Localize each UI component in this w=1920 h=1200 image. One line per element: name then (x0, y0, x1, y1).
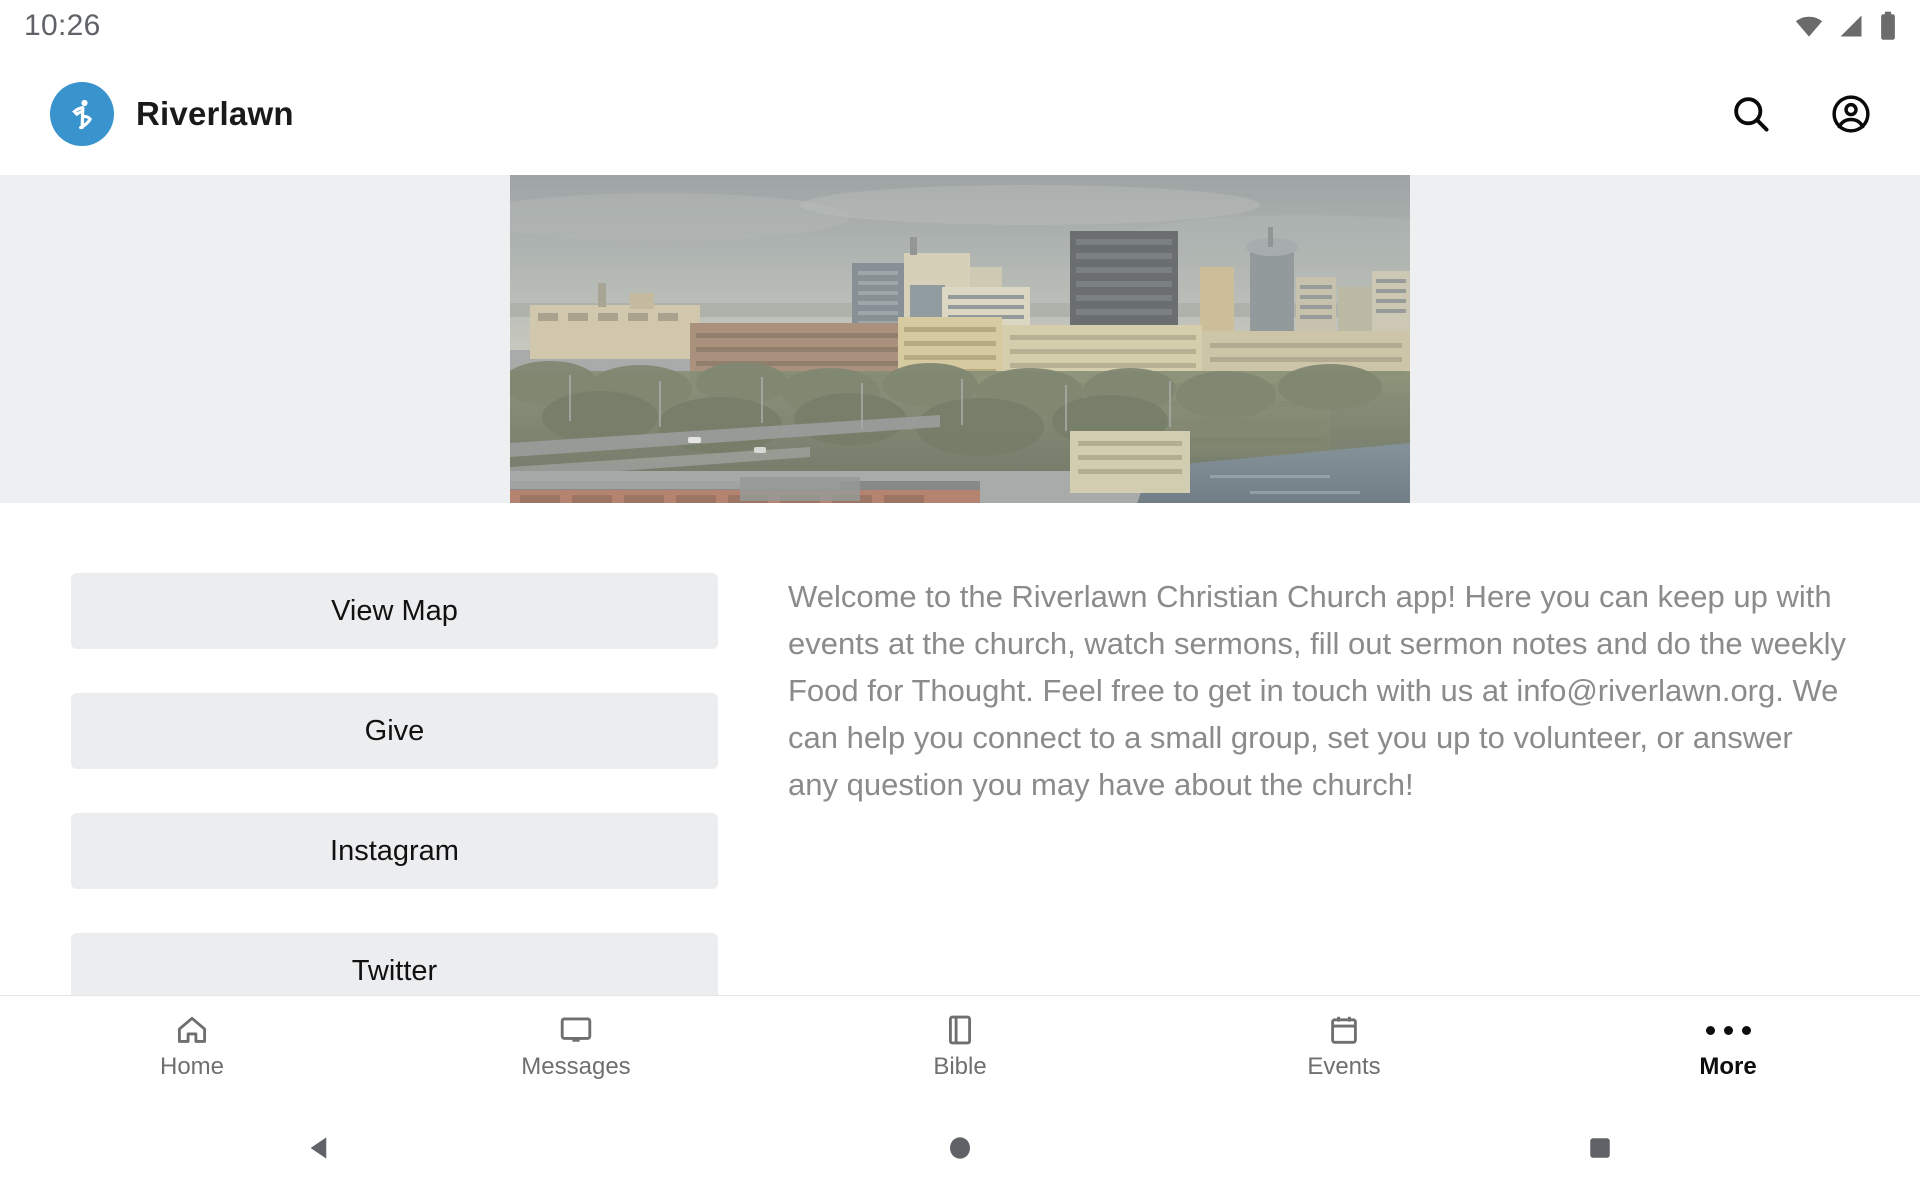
account-circle-icon (1829, 92, 1873, 136)
calendar-icon (1326, 1012, 1362, 1048)
tab-bible[interactable]: Bible (768, 996, 1152, 1096)
hero-banner (0, 175, 1920, 503)
book-icon (942, 1012, 978, 1048)
instagram-button[interactable]: Instagram (71, 813, 718, 889)
status-bar-icons (1794, 11, 1898, 41)
app-header: Riverlawn (0, 52, 1920, 175)
give-button[interactable]: Give (71, 693, 718, 769)
system-home-button[interactable] (640, 1095, 1280, 1200)
wifi-icon (1794, 11, 1824, 41)
system-recents-button[interactable] (1280, 1095, 1920, 1200)
android-status-bar: 10:26 (0, 0, 1920, 52)
tab-messages-label: Messages (521, 1053, 631, 1080)
bottom-tab-bar: Home Messages Bible Events More (0, 995, 1920, 1095)
tab-more-label: More (1699, 1053, 1757, 1080)
account-button[interactable] (1827, 90, 1875, 138)
system-back-button[interactable] (0, 1095, 640, 1200)
cell-signal-icon (1837, 12, 1865, 40)
give-label: Give (364, 714, 425, 747)
recents-square-icon (1585, 1133, 1615, 1163)
city-skyline-photo-icon (510, 175, 1410, 503)
view-map-button[interactable]: View Map (71, 573, 718, 649)
brand-title: Riverlawn (136, 94, 294, 132)
tab-home-label: Home (159, 1053, 225, 1080)
brand[interactable]: Riverlawn (50, 81, 294, 146)
tab-messages[interactable]: Messages (384, 996, 768, 1096)
welcome-column: Welcome to the Riverlawn Christian Churc… (718, 573, 1920, 995)
twitter-label: Twitter (351, 954, 438, 987)
more-dots-icon (1705, 1012, 1751, 1048)
tab-events[interactable]: Events (1152, 996, 1536, 1096)
status-clock: 10:26 (24, 9, 101, 42)
home-icon (174, 1012, 210, 1048)
tab-home[interactable]: Home (0, 996, 384, 1096)
search-button[interactable] (1727, 90, 1775, 138)
instagram-label: Instagram (330, 834, 459, 867)
twitter-button[interactable]: Twitter (71, 933, 718, 995)
android-system-nav (0, 1095, 1920, 1200)
home-circle-icon (945, 1133, 975, 1163)
monitor-icon (558, 1012, 594, 1048)
battery-icon (1878, 11, 1898, 41)
riverlawn-runner-logo-icon (50, 81, 114, 146)
tab-events-label: Events (1307, 1053, 1381, 1080)
quick-links-column: View Map Give Instagram Twitter (0, 573, 718, 995)
search-icon (1729, 92, 1773, 136)
main-content: View Map Give Instagram Twitter Welcome … (0, 503, 1920, 995)
tab-bible-label: Bible (933, 1053, 987, 1080)
app-root: 10:26 Riverlawn View Map Give Instagram … (0, 0, 1920, 1200)
tab-more[interactable]: More (1536, 996, 1920, 1096)
view-map-label: View Map (331, 594, 458, 627)
header-actions (1727, 90, 1875, 138)
welcome-text: Welcome to the Riverlawn Christian Churc… (788, 579, 1846, 803)
back-triangle-icon (305, 1133, 335, 1163)
